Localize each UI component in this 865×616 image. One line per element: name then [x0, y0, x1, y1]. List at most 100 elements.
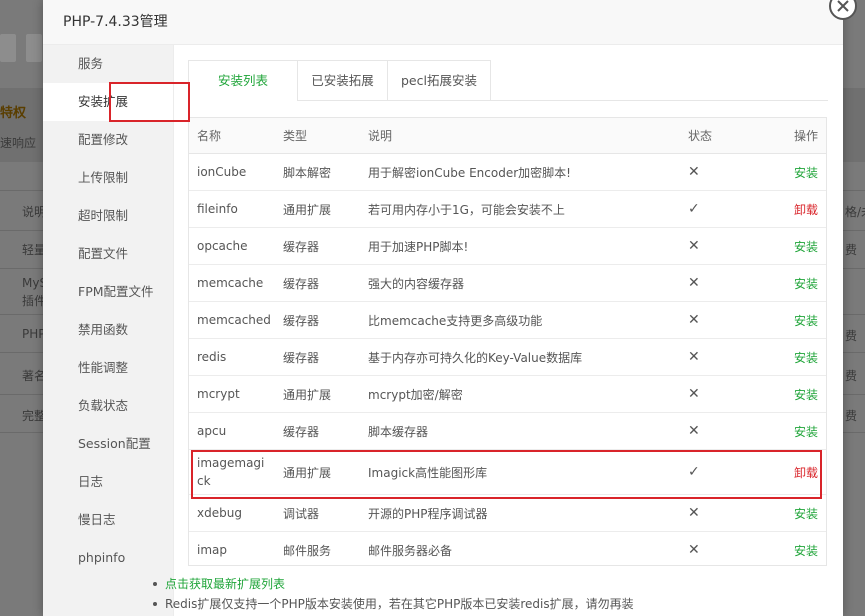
- ext-type: 通用扩展: [275, 190, 360, 228]
- bg-subtitle: 速响应: [0, 136, 37, 150]
- ext-desc: 用于解密ionCube Encoder加密脚本!: [360, 153, 680, 191]
- install-button[interactable]: 安装: [794, 388, 818, 402]
- ext-action-cell: 安装: [770, 153, 826, 191]
- tab-bar: 安装列表 已安装拓展 pecl拓展安装: [188, 60, 828, 101]
- install-button[interactable]: 安装: [794, 507, 818, 521]
- table-header-row: 名称 类型 说明 状态 操作: [189, 118, 826, 154]
- tab-installed-extensions[interactable]: 已安装拓展: [297, 60, 388, 100]
- ext-action-cell: 卸载: [770, 190, 826, 228]
- table-row: ionCube 脚本解密 用于解密ionCube Encoder加密脚本! ✕ 安装: [189, 153, 826, 191]
- ext-action-cell: 安装: [770, 412, 826, 450]
- ext-type: 缓存器: [275, 227, 360, 265]
- sidebar-item[interactable]: 负载状态: [43, 387, 173, 425]
- note-item: Redis扩展仅支持一个PHP版本安装使用，若在其它PHP版本已安装redis扩…: [153, 594, 793, 614]
- bg-right-text: 费: [845, 369, 858, 383]
- ext-desc: 开源的PHP程序调试器: [360, 494, 680, 532]
- install-button[interactable]: 安装: [794, 425, 818, 439]
- sidebar-item[interactable]: 配置文件: [43, 235, 173, 273]
- table-row: imagemagick 通用扩展 Imagick高性能图形库 ✓ 卸载: [189, 449, 826, 495]
- sidebar-item[interactable]: 上传限制: [43, 159, 173, 197]
- ext-type: 脚本解密: [275, 153, 360, 191]
- sidebar-item[interactable]: FPM配置文件: [43, 273, 173, 311]
- sidebar-item[interactable]: 日志: [43, 463, 173, 501]
- install-button[interactable]: 安装: [794, 314, 818, 328]
- table-row: apcu 缓存器 脚本缓存器 ✕ 安装: [189, 412, 826, 450]
- close-icon: [837, 0, 849, 12]
- install-button[interactable]: 安装: [794, 240, 818, 254]
- ext-status: ✕: [680, 153, 770, 191]
- install-button[interactable]: 安装: [794, 277, 818, 291]
- sidebar-item[interactable]: 超时限制: [43, 197, 173, 235]
- ext-status: ✕: [680, 375, 770, 413]
- ext-desc: mcrypt加密/解密: [360, 375, 680, 413]
- ext-desc: 用于加速PHP脚本!: [360, 227, 680, 265]
- ext-type: 缓存器: [275, 301, 360, 339]
- table-row: xdebug 调试器 开源的PHP程序调试器 ✕ 安装: [189, 494, 826, 532]
- sidebar-item[interactable]: 性能调整: [43, 349, 173, 387]
- ext-status: ✕: [680, 338, 770, 376]
- ext-name: mcrypt: [189, 375, 275, 413]
- ext-action-cell: 安装: [770, 301, 826, 339]
- refresh-extensions-link[interactable]: 点击获取最新扩展列表: [165, 577, 285, 591]
- ext-desc: 比memcache支持更多高级功能: [360, 301, 680, 339]
- sidebar-item[interactable]: 配置修改: [43, 121, 173, 159]
- ext-type: 缓存器: [275, 338, 360, 376]
- bg-row-text: PHP: [22, 327, 46, 341]
- tab-pecl-install[interactable]: pecl拓展安装: [387, 60, 491, 100]
- sidebar-item[interactable]: 慢日志: [43, 501, 173, 539]
- ext-name: imagemagick: [189, 449, 275, 495]
- tab-install-list[interactable]: 安装列表: [188, 60, 298, 101]
- ext-type: 通用扩展: [275, 449, 360, 495]
- col-header-action: 操作: [770, 118, 826, 154]
- modal-title: PHP-7.4.33管理: [63, 14, 168, 30]
- ext-status: ✕: [680, 227, 770, 265]
- install-button[interactable]: 安装: [794, 166, 818, 180]
- sidebar-highlight-box: [109, 82, 190, 122]
- ext-status: ✕: [680, 531, 770, 565]
- ext-status: ✓: [680, 190, 770, 228]
- uninstall-button[interactable]: 卸载: [794, 203, 818, 217]
- bg-button: [0, 34, 16, 62]
- ext-type: 调试器: [275, 494, 360, 532]
- ext-name: memcache: [189, 264, 275, 302]
- sidebar-item[interactable]: 禁用函数: [43, 311, 173, 349]
- ext-status: ✕: [680, 264, 770, 302]
- sidebar: 服务 安装扩展 配置修改 上传限制 超时限制 配置文件 FPM配置文件 禁用函数 性能调整 负载状…: [43, 45, 174, 616]
- ext-status: ✓: [680, 449, 770, 495]
- ext-name: xdebug: [189, 494, 275, 532]
- bg-right-text: 格/未: [845, 205, 865, 219]
- extensions-table[interactable]: 名称 类型 说明 状态 操作 ionCube 脚本解密 用于解密ionCube En…: [188, 117, 827, 566]
- ext-desc: 强大的内容缓存器: [360, 264, 680, 302]
- ext-type: 缓存器: [275, 412, 360, 450]
- ext-status: ✕: [680, 494, 770, 532]
- install-button[interactable]: 安装: [794, 351, 818, 365]
- uninstall-button[interactable]: 卸载: [794, 466, 818, 480]
- ext-type: 邮件服务: [275, 531, 360, 565]
- ext-action-cell: 卸载: [770, 449, 826, 495]
- ext-desc: 脚本缓存器: [360, 412, 680, 450]
- ext-name: memcached: [189, 301, 275, 339]
- bg-right-text: 费: [845, 409, 858, 423]
- bg-button: [26, 34, 42, 62]
- ext-name: redis: [189, 338, 275, 376]
- ext-name: ionCube: [189, 153, 275, 191]
- bg-title: 特权: [0, 106, 27, 121]
- col-header-status: 状态: [680, 118, 770, 154]
- ext-type: 通用扩展: [275, 375, 360, 413]
- table-row: memcached 缓存器 比memcache支持更多高级功能 ✕ 安装: [189, 301, 826, 339]
- col-header-name: 名称: [189, 118, 275, 154]
- ext-action-cell: 安装: [770, 227, 826, 265]
- ext-type: 缓存器: [275, 264, 360, 302]
- ext-status: ✕: [680, 301, 770, 339]
- modal-header: PHP-7.4.33管理: [43, 0, 843, 45]
- sidebar-item[interactable]: phpinfo: [43, 539, 173, 577]
- ext-status: ✕: [680, 412, 770, 450]
- sidebar-item[interactable]: Session配置: [43, 425, 173, 463]
- ext-name: imap: [189, 531, 275, 565]
- sidebar-item[interactable]: 服务: [43, 45, 173, 83]
- note-item: 点击获取最新扩展列表: [153, 574, 793, 594]
- bg-right-text: 费: [845, 243, 858, 257]
- install-button[interactable]: 安装: [794, 544, 818, 558]
- ext-desc: 若可用内存小于1G，可能会安装不上: [360, 190, 680, 228]
- ext-action-cell: 安装: [770, 531, 826, 565]
